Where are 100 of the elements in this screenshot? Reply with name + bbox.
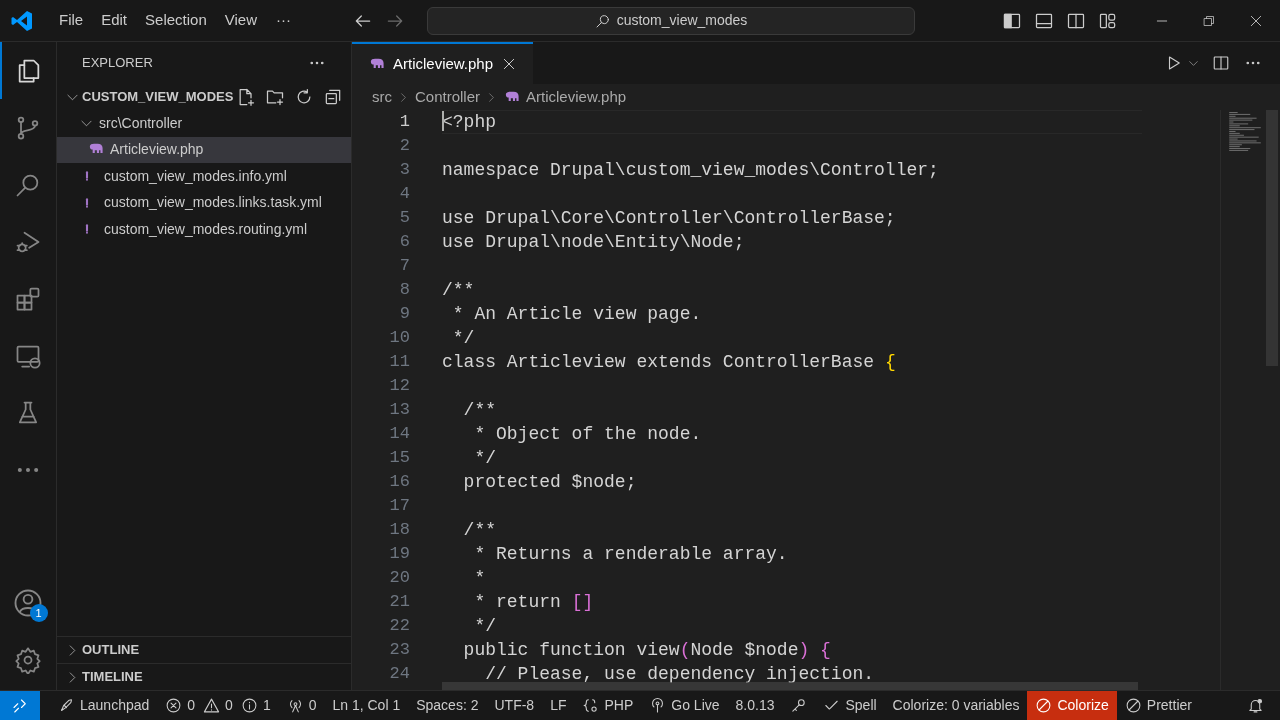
line-number: 23 <box>388 639 410 662</box>
status-item[interactable]: Spaces: 2 <box>408 691 487 720</box>
error-icon <box>165 697 183 714</box>
close-icon[interactable] <box>1249 13 1263 28</box>
code-line: */ <box>473 614 496 638</box>
line-number: 8 <box>398 279 410 302</box>
code-line: */ <box>473 446 496 470</box>
tree-item[interactable]: src\Controller <box>57 110 351 137</box>
status-item[interactable]: 0 <box>203 691 241 720</box>
account-icon[interactable] <box>13 587 43 618</box>
braces-icon <box>582 697 600 714</box>
code-line: protected $node; <box>462 470 637 494</box>
rocket-icon <box>58 697 75 714</box>
status-item[interactable]: 0 <box>278 691 325 720</box>
code-line: namespace Drupal\custom_view_modes\Controller; <box>442 158 939 182</box>
status-item[interactable]: Ln 1, Col 1 <box>324 691 409 720</box>
minimap-drawing <box>1227 112 1263 152</box>
code-line: <?php <box>442 110 496 134</box>
more-menu-button[interactable]: ··· <box>266 9 301 32</box>
line-number: 19 <box>388 543 410 566</box>
search-icon <box>594 12 611 29</box>
status-item[interactable]: PHP <box>574 691 642 720</box>
line-number: 13 <box>388 399 410 422</box>
key-icon <box>790 697 808 714</box>
code-line: use Drupal\node\Entity\Node; <box>442 230 745 254</box>
blocked-icon <box>1035 697 1053 714</box>
status-item[interactable]: 0 <box>157 691 204 720</box>
line-number: 5 <box>398 207 410 230</box>
horizontal-scrollbar[interactable] <box>442 682 1138 690</box>
chevron-right-icon <box>67 644 78 656</box>
editor-tab[interactable]: Articleview.php <box>352 42 534 84</box>
tree-item[interactable]: custom_view_modes.links.task.yml <box>57 189 351 216</box>
folder-name[interactable]: CUSTOM_VIEW_MODES <box>82 87 234 107</box>
chevron-right-icon <box>67 671 78 683</box>
restore-icon[interactable] <box>1203 14 1215 27</box>
chevron-right-icon <box>399 92 408 102</box>
code-line: * Object of the node. <box>473 422 702 446</box>
chevron-down-icon[interactable] <box>1189 58 1198 68</box>
sidebar-title: EXPLORER <box>82 54 153 73</box>
breadcrumb-file[interactable]: Articleview.php <box>503 85 627 109</box>
status-item[interactable]: Spell <box>815 691 885 720</box>
vscode-logo-icon <box>10 8 34 33</box>
remote-icon <box>11 696 29 715</box>
status-item[interactable]: 8.0.13 <box>727 691 783 720</box>
line-number: 4 <box>398 183 410 206</box>
breadcrumb-item[interactable]: Controller <box>415 85 481 109</box>
line-number: 9 <box>398 303 410 326</box>
tree-item[interactable]: Articleview.php <box>57 136 351 163</box>
menu-item[interactable]: Edit <box>92 9 137 32</box>
warning-icon <box>203 697 221 714</box>
collapse-all-icon[interactable] <box>323 87 343 107</box>
line-number: 15 <box>388 447 410 470</box>
line-number: 10 <box>388 327 410 350</box>
line-number: 3 <box>398 159 410 182</box>
status-item[interactable]: 1 <box>240 691 279 720</box>
command-center-search[interactable]: custom_view_modes <box>427 6 915 35</box>
blocked-icon <box>1124 697 1142 714</box>
status-item[interactable]: Colorize: 0 variables <box>884 691 1028 720</box>
line-number: 20 <box>388 567 410 590</box>
line-number: 12 <box>388 375 410 398</box>
menu-item[interactable]: File <box>50 9 93 32</box>
code-line: * return [] <box>473 590 594 614</box>
code-line: use Drupal\Core\Controller\ControllerBase; <box>442 206 896 230</box>
line-number: 7 <box>398 255 410 278</box>
line-number: 18 <box>388 519 410 542</box>
bell-icon <box>1247 697 1264 714</box>
line-number: 24 <box>388 663 410 686</box>
section-header[interactable]: OUTLINE <box>57 636 351 663</box>
line-number: 16 <box>388 471 410 494</box>
line-number: 14 <box>388 423 410 446</box>
status-item[interactable]: Launchpad <box>50 691 158 720</box>
settings-gear-icon[interactable] <box>14 645 42 674</box>
split-editor-icon[interactable] <box>1212 54 1230 72</box>
code-line: * An Article view page. <box>451 302 702 326</box>
code-line: /** <box>462 398 496 422</box>
info-icon <box>240 697 258 714</box>
code-line: class Articleview extends ControllerBase { <box>442 350 896 374</box>
menu-item[interactable]: Selection <box>136 9 216 32</box>
status-item[interactable]: LF <box>542 691 575 720</box>
status-item[interactable]: Colorize <box>1027 691 1117 720</box>
line-number: 6 <box>398 231 410 254</box>
code-line: * <box>473 566 486 590</box>
menu-item[interactable]: View <box>215 9 266 32</box>
line-number: 21 <box>388 591 410 614</box>
tree-item[interactable]: custom_view_modes.info.yml <box>57 163 351 190</box>
code-line: // Please, use dependency injection. <box>484 662 875 686</box>
code-line: public function view(Node $node) { <box>462 638 831 662</box>
line-number: 1 <box>398 111 410 134</box>
line-number: 17 <box>388 495 410 518</box>
notification-badge: 1 <box>29 604 48 622</box>
breadcrumb-item[interactable]: src <box>372 85 392 109</box>
status-item[interactable]: UTF-8 <box>486 691 543 720</box>
chevron-right-icon <box>487 92 497 102</box>
tree-item[interactable]: custom_view_modes.routing.yml <box>57 216 351 243</box>
code-line: * Returns a renderable array. <box>473 542 788 566</box>
remote-button[interactable] <box>0 691 40 720</box>
code-line: /** <box>462 518 496 542</box>
status-item[interactable]: Go Live <box>641 691 728 720</box>
text-cursor <box>442 110 444 131</box>
status-item[interactable]: Prettier <box>1116 691 1200 720</box>
